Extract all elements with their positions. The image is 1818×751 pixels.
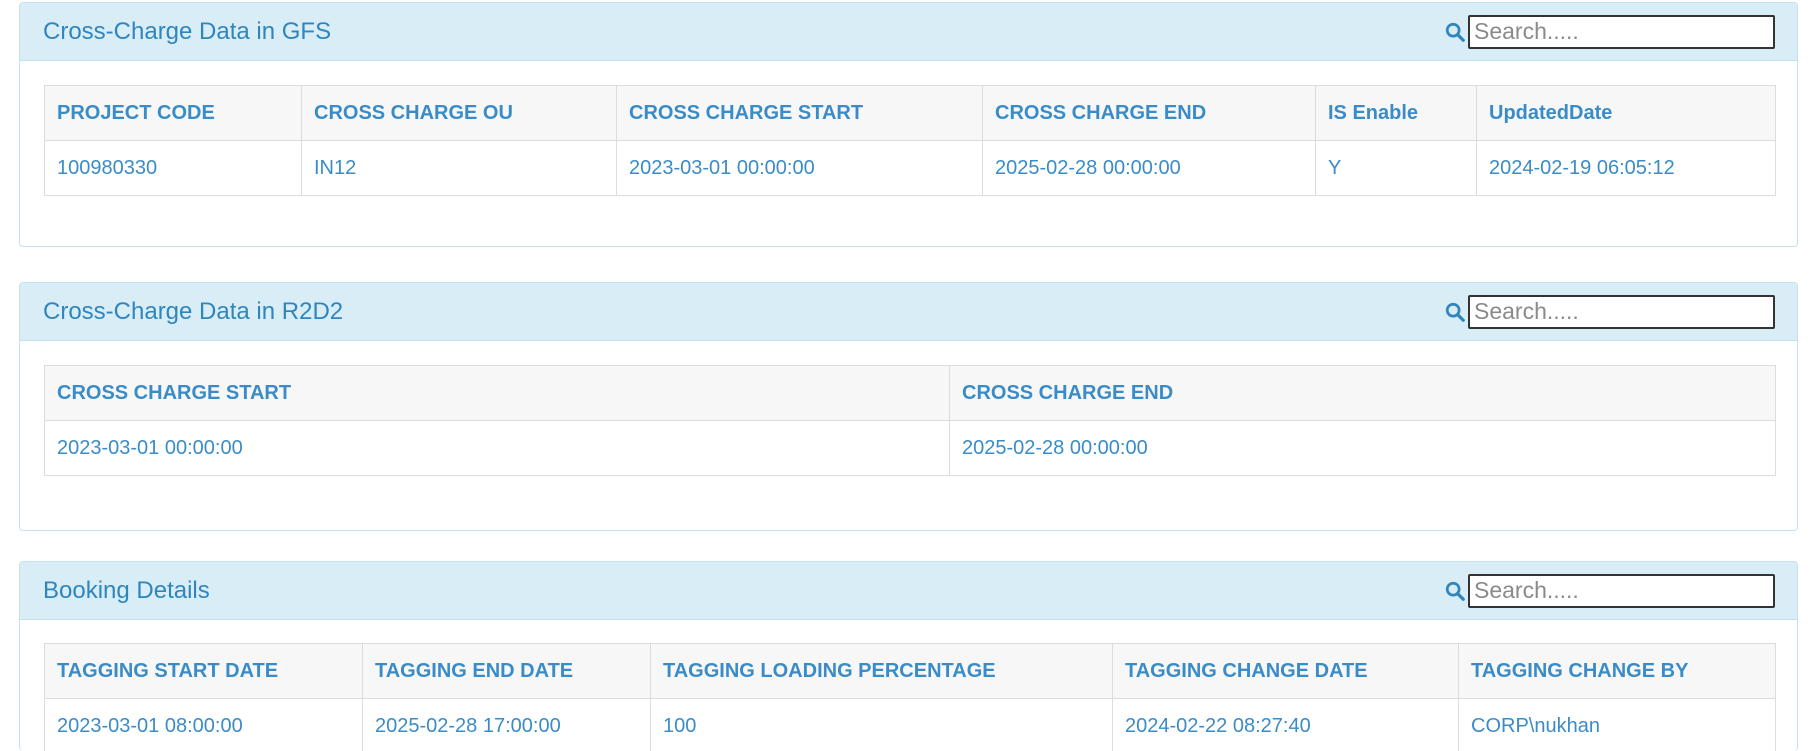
- table-cell: 2023-03-01 08:00:00: [45, 699, 363, 751]
- table-header-row: TAGGING START DATE TAGGING END DATE TAGG…: [45, 644, 1776, 699]
- table-cell: 2025-02-28 00:00:00: [983, 141, 1316, 196]
- column-header: TAGGING LOADING PERCENTAGE: [651, 644, 1113, 699]
- column-header: CROSS CHARGE START: [45, 366, 950, 421]
- table-cell: 2024-02-19 06:05:12: [1477, 141, 1776, 196]
- column-header: TAGGING CHANGE BY: [1459, 644, 1776, 699]
- table-cell: 2025-02-28 17:00:00: [363, 699, 651, 751]
- column-header: IS Enable: [1316, 86, 1477, 141]
- table-cell: 100: [651, 699, 1113, 751]
- panel-gfs: Cross-Charge Data in GFS PROJECT CODE CR…: [19, 2, 1798, 247]
- search-icon[interactable]: [1444, 580, 1466, 602]
- table-header-row: CROSS CHARGE START CROSS CHARGE END: [45, 366, 1776, 421]
- search-input[interactable]: [1468, 574, 1775, 608]
- column-header: PROJECT CODE: [45, 86, 302, 141]
- table-cell: CORP\nukhan: [1459, 699, 1776, 751]
- column-header: UpdatedDate: [1477, 86, 1776, 141]
- column-header: TAGGING CHANGE DATE: [1113, 644, 1459, 699]
- table-cell: 100980330: [45, 141, 302, 196]
- page: Cross-Charge Data in GFS PROJECT CODE CR…: [0, 0, 1818, 737]
- table-row: 100980330 IN12 2023-03-01 00:00:00 2025-…: [45, 141, 1776, 196]
- table-cell: 2023-03-01 00:00:00: [617, 141, 983, 196]
- search-input[interactable]: [1468, 295, 1775, 329]
- table-cell: 2023-03-01 00:00:00: [45, 421, 950, 476]
- search-box: [1444, 15, 1775, 49]
- search-icon[interactable]: [1444, 21, 1466, 43]
- table-cell: 2025-02-28 00:00:00: [950, 421, 1776, 476]
- column-header: TAGGING START DATE: [45, 644, 363, 699]
- panel-title: Cross-Charge Data in R2D2: [43, 298, 343, 326]
- gfs-table: PROJECT CODE CROSS CHARGE OU CROSS CHARG…: [44, 85, 1776, 196]
- r2d2-table: CROSS CHARGE START CROSS CHARGE END 2023…: [44, 365, 1776, 476]
- panel-booking-details: Booking Details TAGGING START DATE TAGGI…: [19, 561, 1798, 751]
- search-box: [1444, 295, 1775, 329]
- table-cell: Y: [1316, 141, 1477, 196]
- table-row: 2023-03-01 00:00:00 2025-02-28 00:00:00: [45, 421, 1776, 476]
- column-header: CROSS CHARGE END: [950, 366, 1776, 421]
- panel-header: Booking Details: [20, 562, 1797, 620]
- panel-header: Cross-Charge Data in R2D2: [20, 283, 1797, 341]
- column-header: CROSS CHARGE END: [983, 86, 1316, 141]
- column-header: CROSS CHARGE OU: [302, 86, 617, 141]
- panel-title: Booking Details: [43, 577, 210, 605]
- booking-table: TAGGING START DATE TAGGING END DATE TAGG…: [44, 643, 1776, 751]
- column-header: TAGGING END DATE: [363, 644, 651, 699]
- search-icon[interactable]: [1444, 301, 1466, 323]
- table-cell: 2024-02-22 08:27:40: [1113, 699, 1459, 751]
- panel-r2d2: Cross-Charge Data in R2D2 CROSS CHARGE S…: [19, 282, 1798, 531]
- search-input[interactable]: [1468, 15, 1775, 49]
- table-row: 2023-03-01 08:00:00 2025-02-28 17:00:00 …: [45, 699, 1776, 751]
- panel-header: Cross-Charge Data in GFS: [20, 3, 1797, 61]
- panel-title: Cross-Charge Data in GFS: [43, 18, 331, 46]
- search-box: [1444, 574, 1775, 608]
- column-header: CROSS CHARGE START: [617, 86, 983, 141]
- table-header-row: PROJECT CODE CROSS CHARGE OU CROSS CHARG…: [45, 86, 1776, 141]
- table-cell: IN12: [302, 141, 617, 196]
